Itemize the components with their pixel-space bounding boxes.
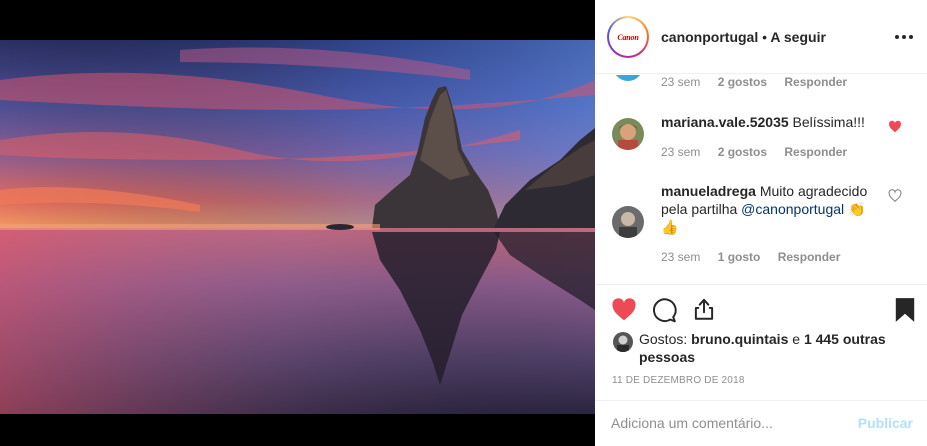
comment-meta: 23 sem 2 gostos Responder (661, 75, 861, 89)
post-photo-area (0, 0, 595, 446)
post-date[interactable]: 11 DE DEZEMBRO DE 2018 (612, 375, 745, 386)
comment-text: mariana.vale.52035 Belíssima!!! (661, 113, 879, 131)
add-comment-bar: Publicar (595, 400, 927, 446)
publish-button[interactable]: Publicar (858, 415, 913, 431)
bookmark-filled-icon[interactable] (894, 297, 916, 323)
comment-time[interactable]: 23 sem (661, 75, 700, 89)
comment-avatar[interactable] (612, 206, 644, 238)
post-photo[interactable] (0, 0, 595, 446)
post-actions: Gostos: bruno.quintais e 1 445 outras pe… (595, 284, 927, 372)
comment-likes[interactable]: 2 gostos (718, 145, 767, 159)
heart-filled-icon[interactable] (611, 297, 637, 323)
comment-text: manueladrega Muito agradecido pela parti… (661, 182, 879, 236)
likes-prefix: Gostos: (639, 331, 688, 347)
header-separator: • (762, 29, 768, 45)
profile-avatar-inner: Canon (609, 18, 647, 56)
reply-button[interactable]: Responder (784, 75, 847, 89)
comment-like-icon[interactable] (888, 120, 902, 134)
comment-meta: 23 sem 2 gostos Responder (661, 145, 861, 159)
comment-likes[interactable]: 2 gostos (718, 75, 767, 89)
comment-time[interactable]: 23 sem (661, 250, 700, 264)
comment-avatar[interactable] (612, 118, 644, 150)
likes-connector: e (792, 331, 801, 347)
comment-avatar[interactable] (613, 75, 643, 81)
more-options-icon[interactable] (895, 30, 913, 44)
comment-input[interactable] (611, 415, 851, 431)
canon-logo: Canon (617, 32, 639, 42)
header-username[interactable]: canonportugal (661, 29, 758, 45)
comments-list[interactable]: 23 sem 2 gostos Responder mariana.vale.5… (595, 75, 927, 284)
comment-meta: 23 sem 1 gosto Responder (661, 250, 854, 264)
speech-bubble-icon[interactable] (651, 297, 677, 323)
likes-text: Gostos: bruno.quintais e 1 445 outras pe… (639, 330, 909, 366)
reply-button[interactable]: Responder (784, 145, 847, 159)
comment-body: Belíssima!!! (792, 114, 865, 130)
comment-username[interactable]: mariana.vale.52035 (661, 114, 789, 130)
comment-time[interactable]: 23 sem (661, 145, 700, 159)
post-side-panel: Canon canonportugal • A seguir 23 sem 2 … (595, 0, 927, 446)
reply-button[interactable]: Responder (778, 250, 841, 264)
share-icon[interactable] (691, 296, 717, 322)
comment-likes[interactable]: 1 gosto (718, 250, 761, 264)
liker-avatar[interactable] (613, 332, 633, 352)
comment-like-icon[interactable] (888, 189, 902, 203)
post-header: Canon canonportugal • A seguir (595, 0, 927, 74)
profile-avatar[interactable]: Canon (607, 16, 649, 58)
comment-username[interactable]: manueladrega (661, 183, 756, 199)
following-button[interactable]: A seguir (770, 29, 826, 45)
comment-mention-link[interactable]: @canonportugal (741, 201, 844, 217)
liker-username[interactable]: bruno.quintais (691, 331, 788, 347)
header-user-line: canonportugal • A seguir (661, 29, 826, 45)
